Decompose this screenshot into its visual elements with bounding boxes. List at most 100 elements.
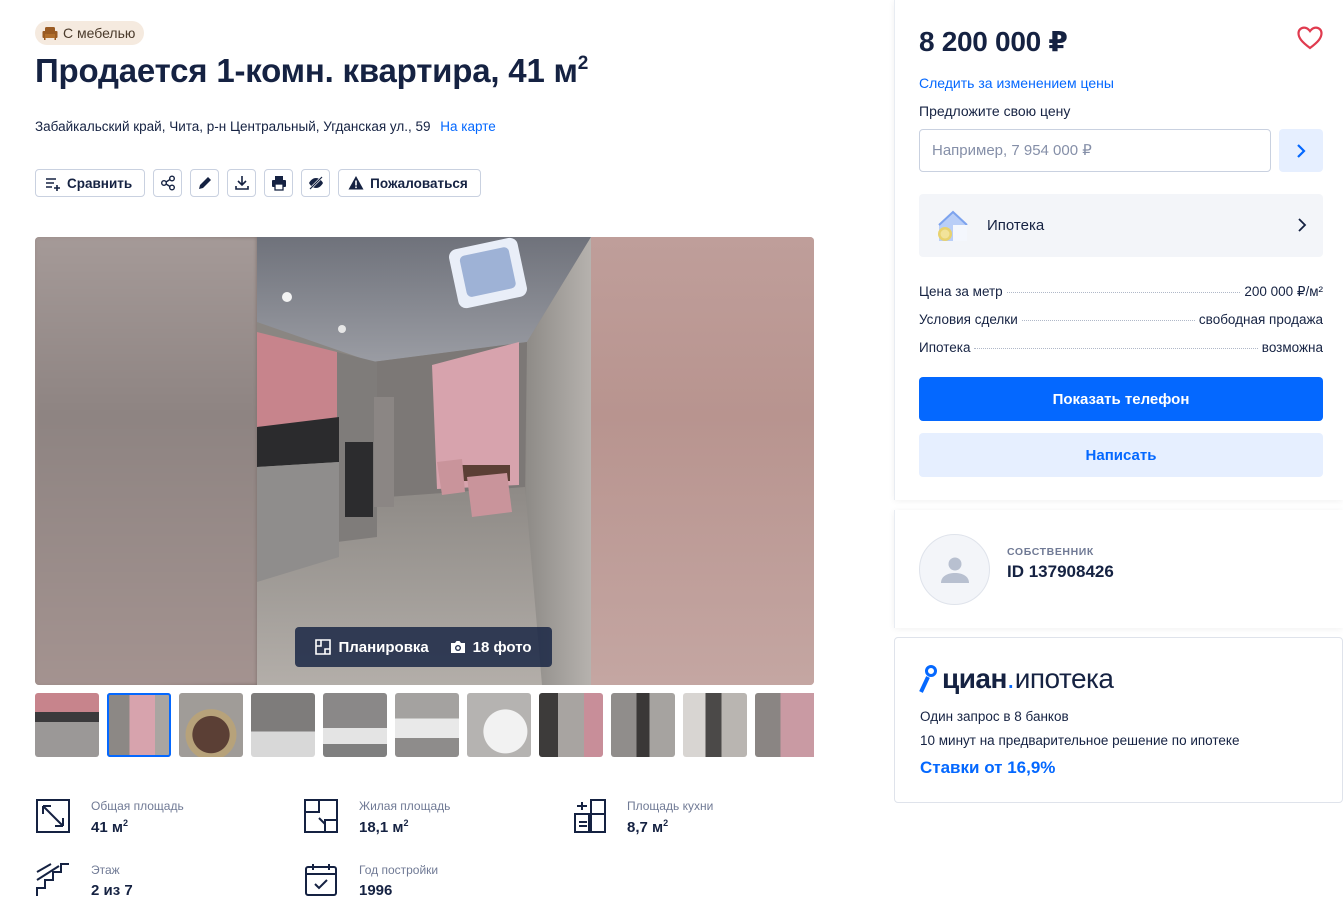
share-button[interactable]: [153, 169, 183, 197]
follow-price-link[interactable]: Следить за изменением цены: [919, 75, 1114, 91]
cian-rate: Ставки от 16,9%: [920, 758, 1056, 777]
fact-label: Общая площадь: [91, 799, 184, 813]
thumbnail[interactable]: [755, 693, 814, 757]
eye-off-icon: [308, 176, 323, 190]
fact-total-area: Общая площадь 41 м2: [35, 798, 184, 836]
gallery-blur-right: [591, 237, 814, 685]
compare-label: Сравнить: [67, 175, 133, 191]
heart-icon[interactable]: [1297, 26, 1323, 50]
download-icon: [234, 176, 249, 190]
fact-living-area: Жилая площадь 18,1 м2: [303, 798, 450, 836]
fact-label: Этаж: [91, 863, 120, 877]
thumbnail[interactable]: [323, 693, 387, 757]
furniture-badge-label: С мебелью: [63, 25, 136, 41]
show-phone-button[interactable]: Показать телефон: [919, 377, 1323, 421]
thumbnail[interactable]: [179, 693, 243, 757]
fact-label: Год постройки: [359, 863, 439, 877]
cian-line-1: Один запрос в 8 банков: [920, 709, 1069, 724]
thumbnail[interactable]: [467, 693, 531, 757]
detail-row: Ипотека возможна: [919, 340, 1323, 355]
fact-value: 8,7 м2: [627, 818, 669, 836]
fact-year: Год постройки 1996: [303, 862, 438, 899]
detail-key: Ипотека: [919, 340, 971, 355]
compare-button[interactable]: Сравнить: [35, 169, 146, 197]
share-icon: [160, 175, 175, 191]
thumbnail[interactable]: [539, 693, 603, 757]
report-label: Пожаловаться: [370, 175, 468, 191]
cian-logo-main: циан: [942, 663, 1007, 694]
cian-mortgage-card[interactable]: циан. ипотека Один запрос в 8 банков 10 м…: [894, 637, 1343, 803]
gallery-blur-left: [35, 237, 257, 685]
download-button[interactable]: [227, 169, 257, 197]
address-text: Забайкальский край, Чита, р-н Центральны…: [35, 119, 431, 134]
thumbnail-strip: [35, 693, 814, 757]
mortgage-row[interactable]: Ипотека: [919, 194, 1323, 257]
pencil-icon: [198, 177, 211, 189]
cian-logo-dot: .: [1006, 663, 1015, 694]
fact-floor: Этаж 2 из 7: [35, 862, 133, 899]
floorplan-icon: [315, 639, 332, 655]
price-card: 8 200 000 ₽ Следить за изменением цены П…: [894, 0, 1343, 500]
detail-value: 200 000 ₽/м²: [1244, 284, 1323, 299]
gallery-overlay: Планировка 18 фото: [295, 627, 552, 667]
detail-key: Условия сделки: [919, 312, 1018, 327]
fact-value: 1996: [359, 882, 393, 899]
kitchen-icon: [574, 799, 606, 833]
photos-count-label: 18 фото: [472, 638, 532, 656]
camera-icon: [450, 641, 465, 653]
warning-icon: [348, 176, 364, 190]
report-button[interactable]: Пожаловаться: [338, 169, 481, 197]
thumbnail[interactable]: [611, 693, 675, 757]
owner-card: СОБСТВЕННИК ID 137908426: [894, 510, 1343, 628]
offer-price-label: Предложите свою цену: [919, 103, 1071, 119]
location-pin-icon: [919, 665, 937, 693]
printer-icon: [271, 176, 286, 191]
owner-role: СОБСТВЕННИК: [1007, 546, 1094, 558]
fact-label: Жилая площадь: [359, 799, 451, 813]
avatar[interactable]: [919, 534, 990, 605]
chevron-right-icon: [1297, 143, 1306, 158]
detail-value: свободная продажа: [1198, 312, 1323, 327]
stairs-icon: [36, 863, 69, 896]
fact-label: Площадь кухни: [627, 799, 714, 813]
thumbnail[interactable]: [35, 693, 99, 757]
thumbnail[interactable]: [683, 693, 747, 757]
thumbnail[interactable]: [395, 693, 459, 757]
print-button[interactable]: [264, 169, 294, 197]
owner-id[interactable]: ID 137908426: [1007, 562, 1114, 582]
price: 8 200 000 ₽: [919, 26, 1068, 57]
offer-price-input[interactable]: [919, 129, 1271, 172]
edit-button[interactable]: [190, 169, 220, 197]
mortgage-label: Ипотека: [987, 217, 1045, 234]
detail-value: возможна: [1261, 340, 1323, 355]
fact-kitchen-area: Площадь кухни 8,7 м2: [571, 798, 713, 836]
action-toolbar: Сравнить Пожаловаться: [35, 169, 481, 197]
kitchen-photo-image: [257, 237, 591, 685]
fact-value: 18,1 м2: [359, 818, 409, 836]
write-message-button[interactable]: Написать: [919, 433, 1323, 477]
photos-button[interactable]: 18 фото: [450, 639, 532, 656]
house-coin-icon: [938, 210, 968, 241]
cian-line-2: 10 минут на предварительное решение по и…: [920, 733, 1240, 748]
area-arrows-icon: [36, 799, 70, 833]
photo-gallery[interactable]: Планировка 18 фото: [35, 237, 814, 685]
compare-icon: [46, 178, 60, 191]
armchair-icon: [42, 27, 58, 40]
fact-value: 41 м2: [91, 818, 128, 836]
offer-submit-button[interactable]: [1279, 129, 1323, 172]
fact-value: 2 из 7: [91, 882, 133, 899]
thumbnail[interactable]: [251, 693, 315, 757]
main-photo[interactable]: [257, 237, 591, 685]
page-title: Продается 1-комн. квартира, 41 м2: [35, 52, 589, 89]
detail-key: Цена за метр: [919, 284, 1003, 299]
hide-button[interactable]: [301, 169, 331, 197]
chevron-right-icon: [1298, 218, 1307, 232]
thumbnail[interactable]: [107, 693, 171, 757]
user-icon: [940, 557, 969, 583]
map-link[interactable]: На карте: [440, 119, 495, 134]
calendar-icon: [305, 864, 337, 896]
address: Забайкальский край, Чита, р-н Центральны…: [35, 119, 496, 134]
cian-logo-sub: ипотека: [1014, 663, 1114, 694]
floorplan-label: Планировка: [338, 638, 429, 656]
floorplan-button[interactable]: Планировка: [315, 638, 429, 656]
